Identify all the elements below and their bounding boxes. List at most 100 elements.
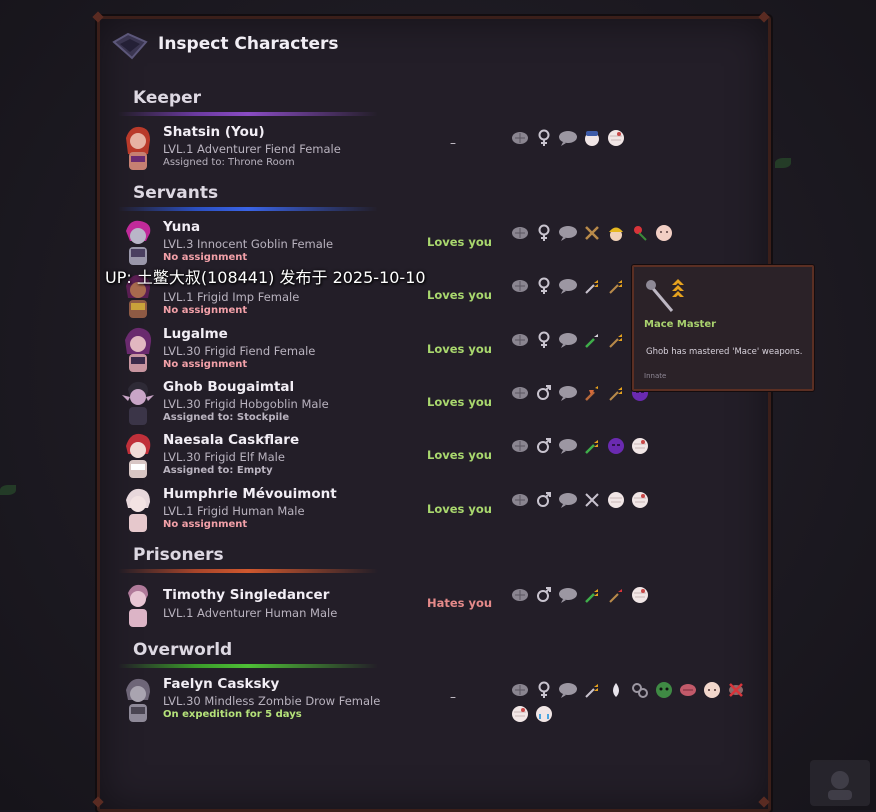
relation-text: Loves you <box>427 448 492 462</box>
brain-icon <box>510 330 530 350</box>
character-name: Timothy Singledancer <box>163 587 330 603</box>
female-icon <box>534 223 554 243</box>
character-assignment: No assignment <box>163 252 248 263</box>
avatar <box>128 584 148 627</box>
character-description: LVL.30 Frigid Elf Male <box>163 450 285 464</box>
avatar <box>126 678 150 722</box>
trait-tooltip: Mace Master Ghob has mastered 'Mace' wea… <box>632 265 814 391</box>
avatar <box>126 220 151 265</box>
character-row[interactable]: Humphrie Mévouimont LVL.1 Frigid Human M… <box>120 486 760 536</box>
crying-face-icon <box>534 704 554 724</box>
speech-icon <box>558 223 578 243</box>
mace-master-icon <box>646 279 684 312</box>
brain-icon <box>510 276 530 296</box>
brain-icon <box>510 680 530 700</box>
bandaged-face-icon <box>510 704 530 724</box>
character-row[interactable]: Shatsin (You) LVL.1 Adventurer Fiend Fem… <box>120 124 760 174</box>
crossed-out-icon <box>726 680 746 700</box>
character-assignment: Assigned to: Stockpile <box>163 412 290 423</box>
brain-icon <box>510 383 530 403</box>
character-name: Naesala Caskflare <box>163 432 300 448</box>
bandaged-face-icon <box>606 490 626 510</box>
trait-icons <box>510 128 760 148</box>
crossed-axes-icon <box>582 490 602 510</box>
tooltip-description: Ghob has mastered 'Mace' weapons. <box>646 347 803 357</box>
character-row[interactable]: Faelyn Casksky LVL.30 Mindless Zombie Dr… <box>120 676 760 732</box>
brain-red-icon <box>678 680 698 700</box>
brain-icon <box>510 128 530 148</box>
axe-rank-icon <box>582 383 602 403</box>
character-name: Faelyn Casksky <box>163 676 280 692</box>
female-icon <box>534 128 554 148</box>
trait-icons <box>510 585 760 605</box>
trait-icons <box>510 223 760 243</box>
speech-icon <box>558 680 578 700</box>
character-description: LVL.1 Adventurer Human Male <box>163 606 338 620</box>
character-name: Yuna <box>163 219 201 235</box>
flower-icon <box>630 223 650 243</box>
character-row[interactable]: Timothy Singledancer LVL.1 Adventurer Hu… <box>120 581 760 631</box>
character-name: Humphrie Mévouimont <box>163 486 337 502</box>
female-icon <box>534 330 554 350</box>
weapon-rank-icon <box>606 330 626 350</box>
character-name: Lugalme <box>163 326 228 342</box>
section-underline <box>118 207 378 211</box>
weapon-rank-icon <box>606 276 626 296</box>
section-underline <box>118 664 378 668</box>
trait-icons <box>510 436 760 456</box>
speech-icon <box>558 436 578 456</box>
face-yellow-hat-icon <box>606 223 626 243</box>
brain-icon <box>510 223 530 243</box>
section-servants: Servants <box>133 183 219 203</box>
character-icon <box>828 771 852 800</box>
character-description: LVL.1 Frigid Human Male <box>163 504 305 518</box>
character-assignment: On expedition for 5 days <box>163 709 302 720</box>
section-underline <box>118 569 378 573</box>
brain-icon <box>510 490 530 510</box>
bottom-right-button[interactable] <box>810 760 870 806</box>
relation-text: Loves you <box>427 502 492 516</box>
relation-text: Loves you <box>427 342 492 356</box>
character-description: LVL.30 Mindless Zombie Drow Female <box>163 694 381 708</box>
tooltip-tag: Innate <box>644 372 667 380</box>
trait-icons <box>510 680 760 724</box>
character-assignment: No assignment <box>163 519 248 530</box>
character-name: Shatsin (You) <box>163 124 265 140</box>
character-assignment: No assignment <box>163 359 248 370</box>
character-description: LVL.1 Frigid Imp Female <box>163 290 300 304</box>
character-row[interactable]: Yuna LVL.3 Innocent Goblin Female No ass… <box>120 219 760 269</box>
male-icon <box>534 490 554 510</box>
brain-icon <box>510 585 530 605</box>
speech-icon <box>558 490 578 510</box>
section-keeper: Keeper <box>133 88 202 108</box>
avatar <box>122 381 154 425</box>
character-description: LVL.30 Frigid Hobgoblin Male <box>163 397 329 411</box>
relation-text: Loves you <box>427 235 492 249</box>
droplet-icon <box>606 680 626 700</box>
character-description: LVL.30 Frigid Fiend Female <box>163 344 316 358</box>
tooltip-title: Mace Master <box>644 319 717 330</box>
character-description: LVL.1 Adventurer Fiend Female <box>163 142 341 156</box>
female-icon <box>534 680 554 700</box>
purple-face-icon <box>606 436 626 456</box>
relation-text: Loves you <box>427 288 492 302</box>
avatar <box>125 327 152 372</box>
weapon-rank-icon <box>606 585 626 605</box>
male-icon <box>534 585 554 605</box>
section-prisoners: Prisoners <box>133 545 224 565</box>
face-blue-hat-icon <box>582 128 602 148</box>
face-pink-icon <box>654 223 674 243</box>
speech-icon <box>558 383 578 403</box>
relation-text: Loves you <box>427 395 492 409</box>
character-assignment: Assigned to: Throne Room <box>163 157 295 168</box>
watermark-text: UP: 土鳖大叔(108441) 发布于 2025-10-10 <box>105 268 426 287</box>
weapon-rank-icon <box>582 680 602 700</box>
female-icon <box>534 276 554 296</box>
speech-icon <box>558 128 578 148</box>
character-row[interactable]: Naesala Caskflare LVL.30 Frigid Elf Male… <box>120 432 760 482</box>
staff-rank-icon <box>582 330 602 350</box>
character-description: LVL.3 Innocent Goblin Female <box>163 237 334 251</box>
bandaged-face-icon <box>630 436 650 456</box>
avatar <box>126 488 150 532</box>
inspect-icon <box>112 32 148 60</box>
